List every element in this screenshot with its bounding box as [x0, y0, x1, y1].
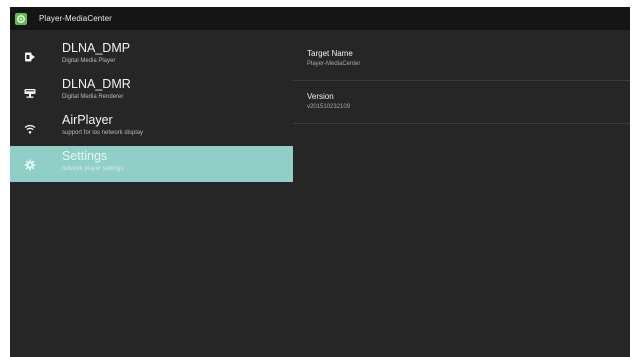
gear-icon — [24, 158, 36, 171]
wifi-icon — [24, 122, 36, 134]
app-screen: Player-MediaCenter DLNA_DMP Digital Medi… — [10, 7, 630, 357]
sidebar-item-subtitle: support for ios network display — [62, 130, 144, 136]
renderer-icon — [24, 86, 36, 98]
sidebar-item-label: Settings — [62, 149, 108, 163]
sidebar-item-label: DLNA_DMR — [62, 77, 131, 91]
sidebar-item-dlna-dmp[interactable]: DLNA_DMP Digital Media Player — [10, 38, 293, 74]
detail-row-version[interactable]: Version v201510232109 — [293, 81, 630, 124]
sidebar-item-subtitle: Digital Media Renderer — [62, 94, 124, 100]
sidebar-item-airplayer[interactable]: AirPlayer support for ios network displa… — [10, 110, 293, 146]
detail-value: v201510232109 — [307, 104, 351, 110]
sidebar-item-label: AirPlayer — [62, 113, 113, 127]
sidebar-item-label: DLNA_DMP — [62, 41, 131, 55]
settings-detail-panel: Target Name Player-MediaCenter Version v… — [293, 38, 630, 124]
sidebar-item-dlna-dmr[interactable]: DLNA_DMR Digital Media Renderer — [10, 74, 293, 110]
app-title: Player-MediaCenter — [39, 14, 112, 23]
detail-value: Player-MediaCenter — [307, 61, 361, 67]
sidebar-item-subtitle: Digital Media Player — [62, 58, 116, 64]
sidebar-item-settings[interactable]: Settings network player settings — [10, 146, 293, 182]
sidebar-item-subtitle: network player settings — [62, 166, 124, 172]
sidebar-menu: DLNA_DMP Digital Media Player DLNA_DMR D… — [10, 38, 293, 182]
detail-label: Target Name — [307, 49, 353, 58]
detail-row-target-name[interactable]: Target Name Player-MediaCenter — [293, 38, 630, 81]
media-player-icon — [24, 50, 36, 62]
title-bar: Player-MediaCenter — [10, 7, 630, 30]
detail-label: Version — [307, 92, 334, 101]
app-logo-icon — [15, 12, 27, 25]
